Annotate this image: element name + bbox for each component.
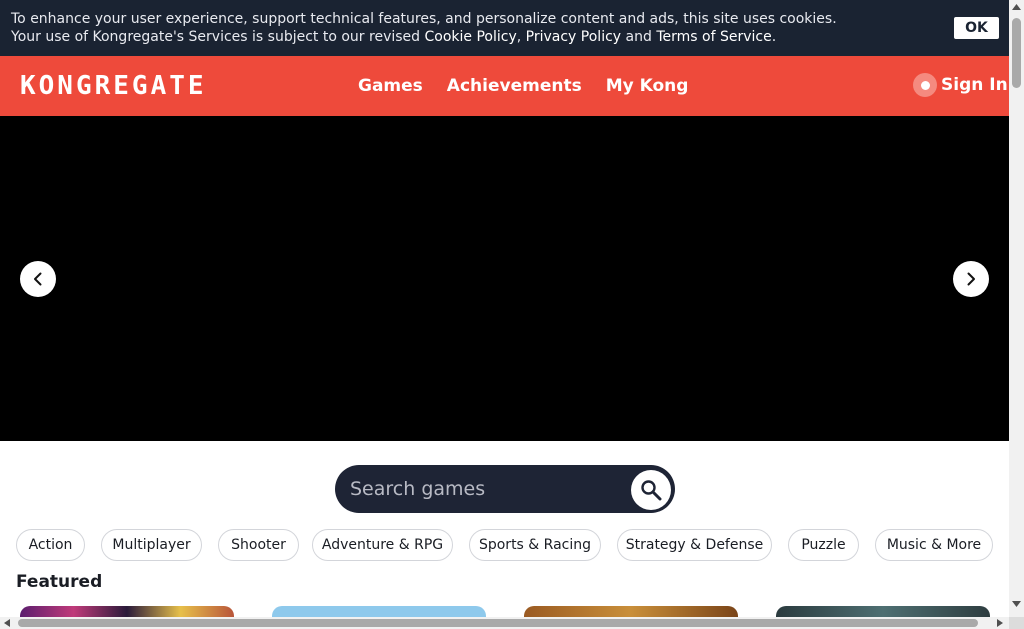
featured-game-tile[interactable] (20, 606, 234, 617)
vertical-scroll-thumb[interactable] (1012, 18, 1021, 88)
featured-heading: Featured (16, 572, 103, 592)
cookie-line-1: To enhance your user experience, support… (11, 11, 837, 27)
cookie-banner: To enhance your user experience, support… (0, 0, 1009, 56)
hero-carousel (0, 116, 1009, 441)
privacy-policy-link[interactable]: Privacy Policy (526, 29, 621, 45)
scroll-up-arrow-icon[interactable] (1012, 4, 1021, 10)
category-music-more[interactable]: Music & More (875, 529, 993, 561)
horizontal-scroll-thumb[interactable] (18, 619, 978, 627)
category-shooter[interactable]: Shooter (218, 529, 299, 561)
search-button[interactable] (631, 470, 671, 510)
cookie-line-2-prefix: Your use of Kongregate's Services is sub… (11, 29, 425, 45)
horizontal-scrollbar[interactable] (0, 617, 1009, 629)
terms-of-service-link[interactable]: Terms of Service (656, 29, 771, 45)
scroll-left-arrow-icon[interactable] (4, 619, 10, 627)
page: To enhance your user experience, support… (0, 0, 1009, 617)
vertical-scrollbar[interactable] (1009, 0, 1024, 617)
featured-games-row (0, 606, 1009, 617)
cookie-period: . (771, 29, 777, 45)
nav-my-kong[interactable]: My Kong (606, 75, 689, 97)
featured-game-tile[interactable] (524, 606, 738, 617)
category-action[interactable]: Action (16, 529, 85, 561)
chevron-left-icon (34, 272, 42, 286)
kongregate-logo[interactable]: KONGREGATE (20, 73, 207, 99)
chevron-right-icon (967, 272, 975, 286)
sign-in-label: Sign In (941, 75, 1008, 95)
scrollbar-corner (1009, 617, 1024, 629)
cookie-message: To enhance your user experience, support… (11, 10, 837, 46)
nav-achievements[interactable]: Achievements (447, 75, 582, 97)
user-icon (913, 73, 937, 97)
carousel-prev-button[interactable] (20, 261, 56, 297)
category-multiplayer[interactable]: Multiplayer (101, 529, 202, 561)
scroll-right-arrow-icon[interactable] (997, 619, 1003, 627)
cookie-comma: , (516, 29, 526, 45)
main-nav: Games Achievements My Kong (358, 75, 688, 97)
category-adventure-rpg[interactable]: Adventure & RPG (312, 529, 453, 561)
featured-game-tile[interactable] (776, 606, 990, 617)
site-header: KONGREGATE Games Achievements My Kong Si… (0, 56, 1009, 116)
search-input[interactable] (350, 475, 620, 503)
nav-games[interactable]: Games (358, 75, 423, 97)
sign-in-button[interactable]: Sign In (913, 73, 1008, 97)
cookie-policy-link[interactable]: Cookie Policy (425, 29, 517, 45)
cookie-and: and (621, 29, 657, 45)
search-bar (335, 465, 675, 513)
scroll-down-arrow-icon[interactable] (1012, 601, 1021, 607)
featured-game-tile[interactable] (272, 606, 486, 617)
carousel-next-button[interactable] (953, 261, 989, 297)
category-sports-racing[interactable]: Sports & Racing (469, 529, 601, 561)
search-icon (641, 480, 662, 501)
category-strategy-defense[interactable]: Strategy & Defense (617, 529, 772, 561)
cookie-ok-button[interactable]: OK (954, 17, 999, 39)
cookie-line-2: Your use of Kongregate's Services is sub… (11, 28, 837, 46)
category-puzzle[interactable]: Puzzle (788, 529, 859, 561)
